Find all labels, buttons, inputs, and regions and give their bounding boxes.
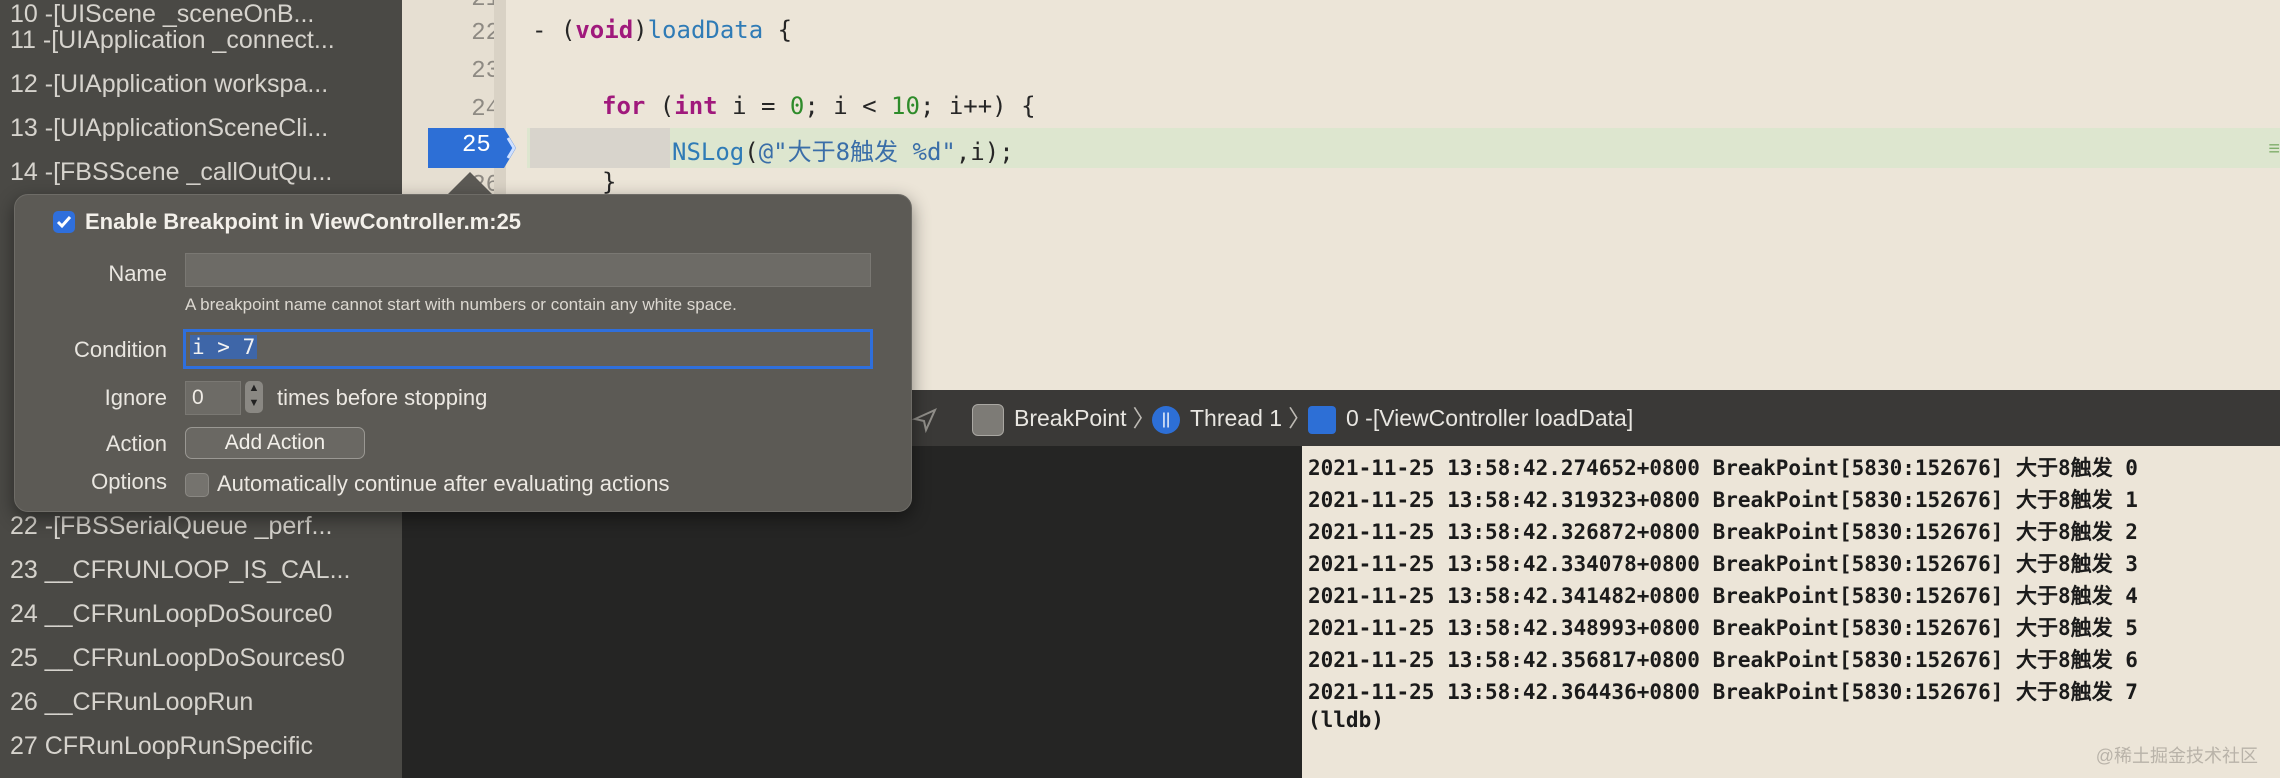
popover-arrow	[446, 172, 494, 196]
stack-frame[interactable]: 11 -[UIApplication _connect...	[10, 18, 390, 62]
console-line: 2021-11-25 13:58:42.319323+0800 BreakPoi…	[1308, 488, 2138, 512]
stack-frame[interactable]: 12 -[UIApplication workspa...	[10, 62, 390, 106]
breadcrumb-thread-label: Thread 1	[1190, 405, 1283, 431]
stack-frame[interactable]: 24 __CFRunLoopDoSource0	[10, 592, 390, 636]
breadcrumb-frame-label: 0 -[ViewController loadData]	[1346, 405, 1634, 431]
stack-frame[interactable]: 23 __CFRUNLOOP_IS_CAL...	[10, 548, 390, 592]
console-line: 2021-11-25 13:58:42.334078+0800 BreakPoi…	[1308, 552, 2138, 576]
breadcrumb-target[interactable]: BreakPoint 〉	[972, 390, 1156, 446]
ignore-count-value: 0	[192, 386, 204, 409]
condition-field[interactable]: i > 7	[183, 329, 873, 369]
name-label: Name	[108, 261, 167, 286]
line-number: 24	[471, 96, 500, 123]
console-line: 2021-11-25 13:58:42.364436+0800 BreakPoi…	[1308, 680, 2138, 704]
stack-frame[interactable]: 27 CFRunLoopRunSpecific	[10, 724, 390, 768]
auto-continue-checkbox[interactable]	[185, 473, 209, 497]
line-number: 23	[471, 58, 500, 85]
code-line-22: - (void)loadData {	[532, 16, 793, 44]
add-action-button[interactable]: Add Action	[185, 427, 365, 459]
breakpoint-popover: Enable Breakpoint in ViewController.m:25…	[14, 194, 912, 512]
stack-frame[interactable]: 25 __CFRunLoopDoSources0	[10, 636, 390, 680]
line-number: 22	[471, 20, 500, 47]
name-field[interactable]	[185, 253, 871, 287]
condition-value: i > 7	[190, 335, 258, 359]
console-line: 2021-11-25 13:58:42.274652+0800 BreakPoi…	[1308, 456, 2138, 480]
breadcrumb-thread[interactable]: || Thread 1 〉	[1152, 390, 1311, 446]
enable-breakpoint-checkbox[interactable]	[53, 211, 75, 233]
condition-label: Condition	[74, 337, 167, 362]
breadcrumb-frame[interactable]: 0 -[ViewController loadData]	[1308, 390, 1633, 446]
enable-breakpoint-label[interactable]: Enable Breakpoint in ViewController.m:25	[85, 209, 521, 235]
stack-frame-icon	[1308, 405, 1336, 434]
console-prompt[interactable]: (lldb)	[1308, 708, 1384, 732]
line-number-current: 25	[462, 132, 491, 159]
action-label: Action	[105, 431, 167, 456]
debug-console[interactable]: 2021-11-25 13:58:42.274652+0800 BreakPoi…	[1302, 446, 2280, 778]
minimap-marker-icon: ≡	[2268, 138, 2280, 160]
name-hint: A breakpoint name cannot start with numb…	[185, 295, 737, 314]
stack-frame[interactable]: 14 -[FBSScene _callOutQu...	[10, 150, 390, 194]
stepper-icon[interactable]: ▲ ▼	[245, 381, 263, 413]
code-line-24: for (int i = 0; i < 10; i++) {	[602, 92, 1036, 120]
ignore-suffix: times before stopping	[277, 385, 488, 410]
console-line: 2021-11-25 13:58:42.356817+0800 BreakPoi…	[1308, 648, 2138, 672]
app-target-icon	[972, 403, 1004, 436]
watermark: @稀土掘金技术社区	[2095, 746, 2258, 766]
code-line-26: }	[602, 168, 617, 196]
console-line: 2021-11-25 13:58:42.341482+0800 BreakPoi…	[1308, 584, 2138, 608]
code-line-25: NSLog(@"大于8触发 %d",i);	[672, 138, 1014, 166]
console-line: 2021-11-25 13:58:42.326872+0800 BreakPoi…	[1308, 520, 2138, 544]
auto-continue-label[interactable]: Automatically continue after evaluating …	[217, 471, 669, 497]
checkmark-icon	[56, 216, 72, 229]
line-number: 21	[410, 0, 500, 13]
breakpoint-marker[interactable]: 25	[428, 128, 518, 168]
breadcrumb-target-label: BreakPoint	[1014, 405, 1127, 431]
stack-frame[interactable]: 13 -[UIApplicationSceneCli...	[10, 106, 390, 150]
ignore-count-field[interactable]: 0	[185, 381, 241, 415]
instruction-pointer-highlight	[530, 128, 670, 168]
thread-icon: ||	[1152, 405, 1180, 434]
location-arrow-icon[interactable]	[911, 390, 938, 446]
options-label: Options	[91, 469, 167, 494]
ignore-label: Ignore	[104, 385, 167, 410]
stack-frame[interactable]: 26 __CFRunLoopRun	[10, 680, 390, 724]
console-line: 2021-11-25 13:58:42.348993+0800 BreakPoi…	[1308, 616, 2138, 640]
